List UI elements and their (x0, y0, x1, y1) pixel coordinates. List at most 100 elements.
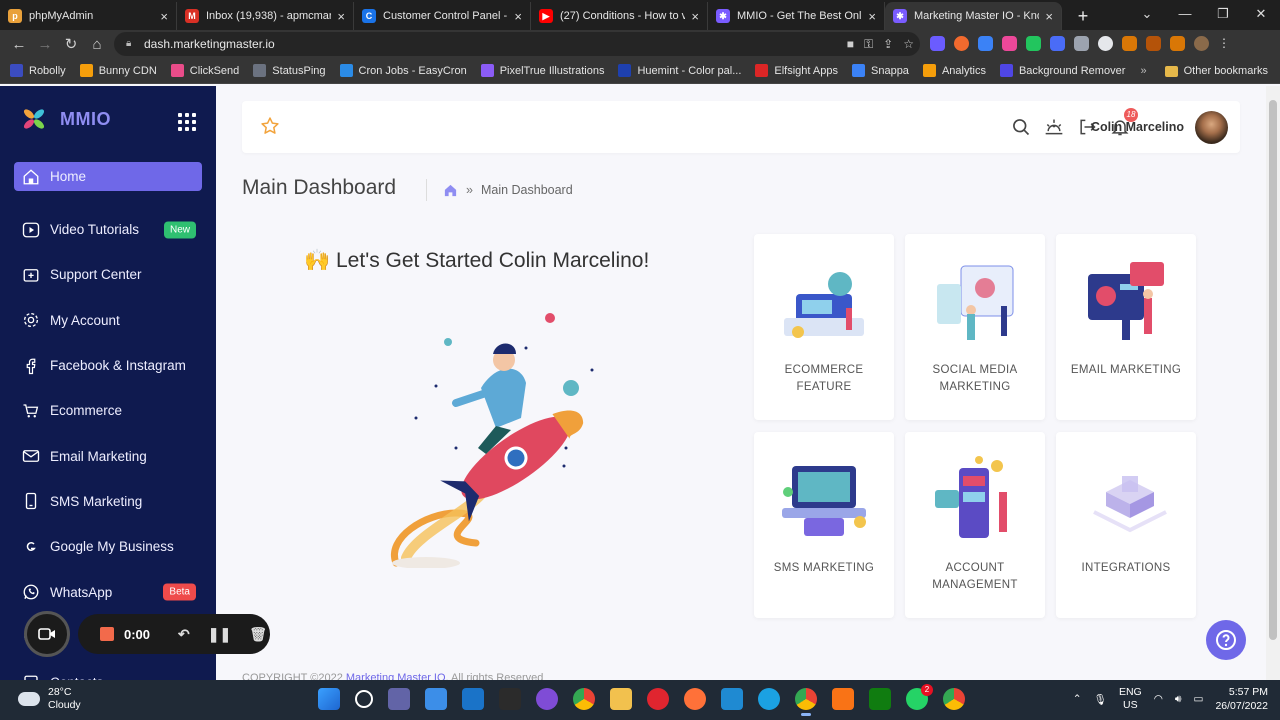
browser-tab[interactable]: C Customer Control Panel - C × (354, 2, 531, 30)
undo-icon[interactable]: ↶ (178, 626, 190, 643)
language-indicator[interactable]: ENG US (1119, 686, 1142, 712)
feature-card-account-management[interactable]: ACCOUNT MANAGEMENT (905, 432, 1045, 618)
edge-icon[interactable] (758, 688, 780, 710)
user-name[interactable]: Colin Marcelino (1091, 120, 1184, 134)
menu-dots-icon[interactable]: ⋮ (1218, 36, 1233, 51)
breadcrumb-home-icon[interactable] (443, 183, 458, 198)
bookmark-item[interactable]: Bunny CDN (79, 64, 157, 77)
minimize-button[interactable]: — (1166, 0, 1204, 28)
bookmark-item[interactable]: ClickSend (170, 64, 239, 77)
tab-close-icon[interactable]: × (160, 9, 168, 24)
browser-tab[interactable]: p phpMyAdmin × (0, 2, 177, 30)
weather-widget[interactable]: 28°C Cloudy (18, 686, 81, 712)
teams-icon[interactable] (388, 688, 410, 710)
forward-icon[interactable]: → (32, 36, 58, 53)
firefox-icon[interactable] (684, 688, 706, 710)
brand-logo[interactable]: MMIO (20, 106, 111, 132)
browser-tab[interactable]: ✱ MMIO - Get The Best Onlin × (708, 2, 885, 30)
pause-icon[interactable]: ❚❚ (208, 626, 231, 643)
bookmarks-overflow-icon[interactable]: » (1141, 65, 1147, 77)
new-tab-button[interactable]: + (1070, 5, 1096, 27)
file-explorer-icon[interactable] (610, 688, 632, 710)
theme-toggle-icon[interactable] (1044, 117, 1064, 137)
sublime-icon[interactable] (832, 688, 854, 710)
terminal-icon[interactable] (869, 688, 891, 710)
favorite-star-icon[interactable] (260, 116, 280, 136)
mail-app-icon[interactable] (462, 688, 484, 710)
vscode-icon[interactable] (721, 688, 743, 710)
close-window-button[interactable]: ✕ (1242, 0, 1280, 28)
sidebar-item-home[interactable]: Home (14, 162, 202, 191)
bookmark-item[interactable]: Elfsight Apps (755, 64, 838, 77)
clock[interactable]: 5:57 PM 26/07/2022 (1215, 685, 1268, 713)
tab-close-icon[interactable]: × (337, 9, 345, 24)
extension-icon[interactable] (1098, 36, 1113, 51)
bookmark-item[interactable]: Snappa (852, 64, 909, 77)
bookmark-item[interactable]: Cron Jobs - EasyCron (339, 64, 467, 77)
extension-icon[interactable] (1002, 36, 1017, 51)
feature-card-ecommerce-feature[interactable]: ECOMMERCE FEATURE (754, 234, 894, 420)
sidepanel-icon[interactable] (1170, 36, 1185, 51)
maximize-button[interactable]: ❐ (1204, 0, 1242, 28)
other-bookmarks[interactable]: » Other bookmarks (1141, 58, 1269, 84)
tab-close-icon[interactable]: × (514, 9, 522, 24)
bookmark-item[interactable]: Analytics (922, 64, 986, 77)
chrome-profile-icon[interactable] (943, 688, 965, 710)
share-icon[interactable]: ⇪ (883, 32, 893, 56)
tray-chevron-icon[interactable]: ⌃ (1073, 693, 1082, 705)
start-icon[interactable] (318, 688, 340, 710)
profile-avatar[interactable] (1194, 36, 1209, 51)
recorder-camera-button[interactable] (24, 611, 70, 657)
sidebar-item-whatsapp[interactable]: WhatsApp Beta (14, 569, 202, 614)
tab-close-icon[interactable]: × (868, 9, 876, 24)
extension-icon[interactable] (978, 36, 993, 51)
battery-icon[interactable]: ▭ (1194, 693, 1204, 705)
sidebar-item-my-account[interactable]: My Account (14, 298, 202, 343)
puzzle-icon[interactable] (1122, 36, 1137, 51)
sidebar-item-facebook-instagram[interactable]: Facebook & Instagram (14, 343, 202, 388)
sidebar-item-sms-marketing[interactable]: SMS Marketing (14, 479, 202, 524)
bookmark-item[interactable]: Robolly (10, 64, 66, 77)
stop-recording-button[interactable] (100, 627, 114, 641)
feature-card-integrations[interactable]: INTEGRATIONS (1056, 432, 1196, 618)
volume-icon[interactable]: 🔊︎ (1175, 693, 1182, 706)
extension-icon[interactable] (1146, 36, 1161, 51)
search-icon[interactable] (1011, 117, 1031, 137)
bookmark-item[interactable]: Background Remover (999, 64, 1125, 77)
sidebar-item-video-tutorials[interactable]: Video Tutorials New (14, 207, 202, 252)
reload-icon[interactable]: ↻ (58, 35, 84, 53)
bookmark-item[interactable]: Huemint - Color pal... (618, 64, 741, 77)
extension-icon[interactable] (930, 36, 945, 51)
back-icon[interactable]: ← (6, 36, 32, 53)
key-icon[interactable]: ⚿ (864, 32, 873, 56)
help-button[interactable] (1206, 620, 1246, 660)
game-icon[interactable] (499, 688, 521, 710)
skype-icon[interactable] (536, 688, 558, 710)
chrome-icon[interactable] (573, 688, 595, 710)
feature-card-sms-marketing[interactable]: SMS MARKETING (754, 432, 894, 618)
sidebar-item-ecommerce[interactable]: Ecommerce (14, 388, 202, 433)
extension-icon[interactable] (1050, 36, 1065, 51)
tab-search-icon[interactable]: ⌄ (1128, 0, 1166, 28)
opera-icon[interactable] (647, 688, 669, 710)
home-browser-icon[interactable]: ⌂ (84, 36, 110, 53)
tab-close-icon[interactable]: × (1045, 9, 1053, 24)
microphone-icon[interactable]: 🎙︎ (1094, 693, 1107, 706)
sidebar-item-contacts[interactable]: Contacts (14, 660, 202, 680)
camera-icon[interactable]: ■ (847, 32, 854, 56)
tab-close-icon[interactable]: × (691, 9, 699, 24)
extension-icon[interactable] (954, 36, 969, 51)
address-bar[interactable]: 🔒︎ dash.marketingmaster.io ■ ⚿ ⇪ ☆ (114, 32, 920, 56)
page-scrollbar[interactable] (1266, 86, 1280, 680)
sidebar-item-email-marketing[interactable]: Email Marketing (14, 433, 202, 478)
extension-icon[interactable] (1026, 36, 1041, 51)
bookmark-item[interactable]: PixelTrue Illustrations (480, 64, 604, 77)
apps-grid-icon[interactable] (178, 113, 196, 131)
wifi-icon[interactable]: ◠ (1154, 693, 1163, 705)
search-taskbar-icon[interactable] (355, 690, 373, 708)
feature-card-email-marketing[interactable]: EMAIL MARKETING (1056, 234, 1196, 420)
feature-card-social-media-marketing[interactable]: SOCIAL MEDIA MARKETING (905, 234, 1045, 420)
sidebar-item-google-my-business[interactable]: Google My Business (14, 524, 202, 569)
store-icon[interactable] (425, 688, 447, 710)
user-avatar[interactable] (1195, 111, 1228, 144)
